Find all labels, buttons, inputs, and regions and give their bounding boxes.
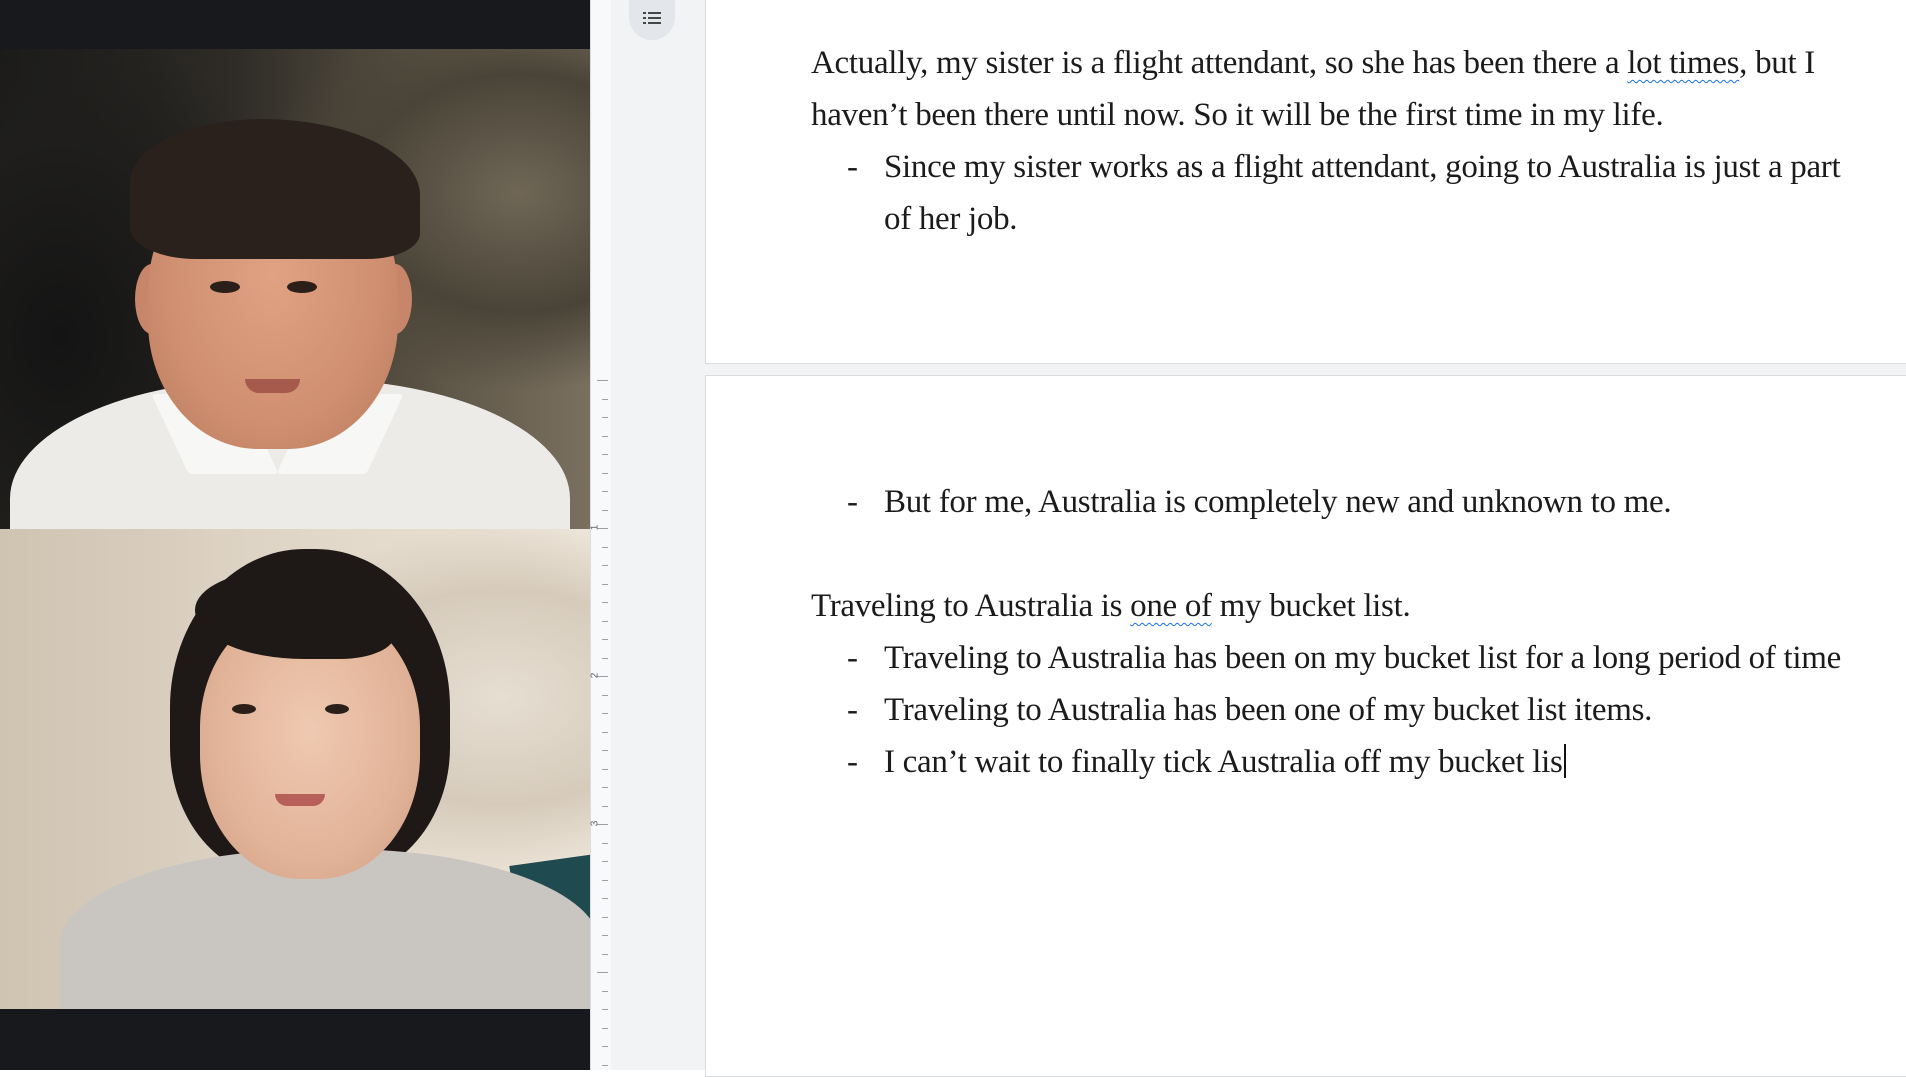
ruler-number: 3 bbox=[589, 820, 601, 827]
ruler-tick bbox=[602, 768, 608, 770]
ruler-number: 2 bbox=[589, 672, 601, 679]
ruler-tick bbox=[602, 731, 608, 733]
bullet-marker: - bbox=[847, 744, 858, 780]
ruler-tick bbox=[602, 583, 608, 585]
ruler-tick bbox=[597, 380, 608, 381]
ruler-tick bbox=[602, 639, 608, 640]
ruler-tick bbox=[602, 472, 608, 474]
tutor-video-tile bbox=[0, 49, 590, 529]
paragraph-line[interactable]: Actually, my sister is a flight attendan… bbox=[811, 45, 1815, 82]
video-call-panel bbox=[0, 0, 590, 1070]
spellcheck-suggestion[interactable]: one of bbox=[1130, 588, 1212, 624]
paragraph-text: Traveling to Australia is bbox=[811, 588, 1131, 624]
ruler-tick bbox=[602, 491, 608, 492]
ruler-tick bbox=[602, 546, 608, 548]
document-page[interactable]: Actually, my sister is a flight attendan… bbox=[705, 0, 1906, 364]
ruler-tick bbox=[602, 620, 608, 622]
ruler-tick bbox=[602, 879, 608, 881]
ruler-tick bbox=[597, 972, 608, 973]
ruler-tick bbox=[602, 454, 608, 455]
eye-left bbox=[210, 281, 240, 293]
student-video-tile bbox=[0, 529, 590, 1009]
ruler-tick bbox=[602, 1027, 608, 1029]
list-item[interactable]: Traveling to Australia has been on my bu… bbox=[884, 640, 1841, 677]
ruler-tick bbox=[602, 861, 608, 862]
ruler-tick bbox=[602, 417, 608, 418]
ruler-tick bbox=[602, 842, 608, 844]
hair bbox=[130, 119, 420, 259]
ruler-tick bbox=[602, 805, 608, 807]
ruler-tick bbox=[602, 713, 608, 714]
list-item-text: I can’t wait to finally tick Australia o… bbox=[884, 744, 1563, 780]
ruler-tick bbox=[602, 750, 608, 751]
ruler-tick bbox=[602, 1046, 608, 1047]
ruler-tick bbox=[602, 435, 608, 437]
ruler-tick bbox=[602, 565, 608, 566]
ruler-tick bbox=[602, 398, 608, 400]
bullet-marker: - bbox=[847, 484, 858, 520]
ruler-tick bbox=[602, 1009, 608, 1010]
ruler-tick bbox=[602, 990, 608, 992]
mouth bbox=[275, 794, 325, 806]
bullet-marker: - bbox=[847, 640, 858, 676]
spellcheck-suggestion[interactable]: lot times bbox=[1627, 45, 1739, 81]
ruler-tick bbox=[602, 787, 608, 788]
document-page[interactable]: - But for me, Australia is completely ne… bbox=[705, 375, 1906, 1077]
bullet-marker: - bbox=[847, 149, 858, 185]
ruler-tick bbox=[602, 657, 608, 659]
list-item-continuation[interactable]: of her job. bbox=[884, 201, 1018, 238]
vertical-ruler[interactable]: 1 2 3 bbox=[589, 0, 612, 1070]
list-item[interactable]: I can’t wait to finally tick Australia o… bbox=[884, 744, 1566, 781]
ruler-tick bbox=[602, 602, 608, 603]
ruler-number: 1 bbox=[589, 524, 601, 531]
paragraph-line[interactable]: Traveling to Australia is one of my buck… bbox=[811, 588, 1411, 625]
eye-left bbox=[232, 704, 256, 714]
ruler-tick bbox=[602, 953, 608, 955]
eye-right bbox=[325, 704, 349, 714]
ruler-tick bbox=[602, 1064, 608, 1066]
paragraph-text: my bucket list. bbox=[1211, 588, 1411, 624]
list-item[interactable]: Since my sister works as a flight attend… bbox=[884, 149, 1841, 186]
ruler-tick bbox=[602, 898, 608, 899]
list-icon bbox=[643, 12, 661, 24]
mouth bbox=[245, 379, 300, 393]
ruler-tick bbox=[602, 694, 608, 696]
ruler-tick bbox=[602, 509, 608, 511]
paragraph-line[interactable]: haven’t been there until now. So it will… bbox=[811, 97, 1664, 134]
paragraph-text: , but I bbox=[1739, 45, 1815, 81]
ruler-tick bbox=[602, 916, 608, 918]
text-cursor bbox=[1563, 744, 1566, 778]
paragraph-text: Actually, my sister is a flight attendan… bbox=[811, 45, 1628, 81]
eye-right bbox=[287, 281, 317, 293]
list-item[interactable]: Traveling to Australia has been one of m… bbox=[884, 692, 1652, 729]
list-item[interactable]: But for me, Australia is completely new … bbox=[884, 484, 1672, 521]
bullet-marker: - bbox=[847, 692, 858, 728]
ruler-tick bbox=[602, 935, 608, 936]
